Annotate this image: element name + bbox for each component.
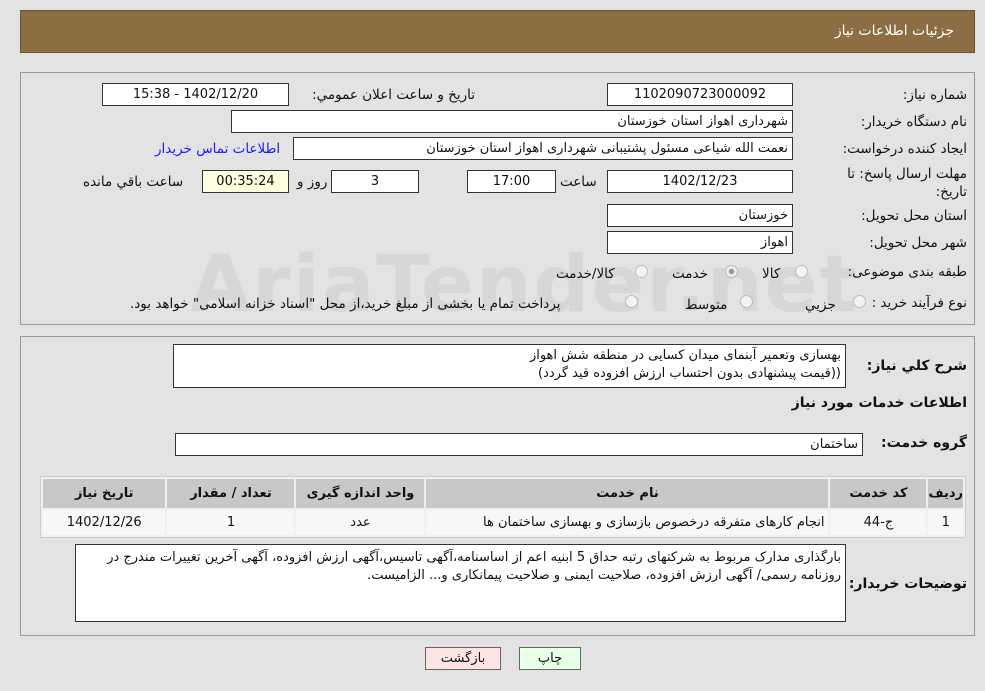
cell-service-code: ج-44: [830, 510, 927, 535]
col-need-date: تاریخ نیاز: [43, 479, 166, 508]
back-button[interactable]: بازگشت: [425, 647, 501, 670]
description-label: شرح کلي نياز:: [866, 358, 967, 374]
category-radio-service[interactable]: [725, 265, 738, 278]
page-header: جزئیات اطلاعات نیاز: [20, 10, 975, 53]
col-service-name: نام خدمت: [426, 479, 829, 508]
process-checkbox-treasury[interactable]: [625, 295, 638, 308]
services-table: ردیف کد خدمت نام خدمت واحد اندازه گیری ت…: [40, 476, 966, 538]
col-row-number: ردیف: [928, 479, 963, 508]
process-small-label: جزیي: [805, 297, 836, 313]
province-label: استان محل تحویل:: [861, 208, 967, 224]
cell-unit: عدد: [296, 510, 425, 535]
city-field[interactable]: اهواز: [607, 231, 793, 254]
deadline-time-field[interactable]: 17:00: [467, 170, 556, 193]
cell-row-number: 1: [928, 510, 963, 535]
remaining-label: ساعت باقي مانده: [83, 174, 184, 190]
service-group-label: گروه خدمت:: [881, 435, 967, 451]
buyer-org-field[interactable]: شهرداری اهواز استان خوزستان: [231, 110, 793, 133]
category-radio-goods[interactable]: [795, 265, 808, 278]
service-group-field[interactable]: ساختمان: [175, 433, 863, 456]
process-note: پرداخت تمام یا بخشی از مبلغ خرید،از محل …: [130, 296, 561, 312]
description-textarea[interactable]: بهسازی وتعمیر آبنمای میدان کسایی در منطق…: [173, 344, 846, 388]
process-radio-small[interactable]: [853, 295, 866, 308]
buyer-org-label: نام دستگاه خریدار:: [860, 114, 967, 130]
table-header-row: ردیف کد خدمت نام خدمت واحد اندازه گیری ت…: [43, 479, 963, 508]
print-button[interactable]: چاپ: [519, 647, 581, 670]
cell-service-name: انجام کارهای متفرقه درخصوص بازسازی و بهس…: [426, 510, 829, 535]
time-label: ساعت: [560, 174, 597, 190]
creator-label: ایجاد کننده درخواست:: [842, 141, 967, 157]
category-service-label: خدمت: [672, 266, 708, 282]
col-service-code: کد خدمت: [830, 479, 927, 508]
cell-quantity: 1: [167, 510, 295, 535]
province-field[interactable]: خوزستان: [607, 204, 793, 227]
services-title: اطلاعات خدمات مورد نیاز: [791, 395, 967, 411]
buyer-notes-label: توضیحات خریدار:: [848, 576, 967, 592]
city-label: شهر محل تحویل:: [869, 235, 967, 251]
description-line-2: ((قیمت پیشنهادی بدون احتساب ارزش افزوده …: [538, 366, 841, 381]
category-goods-label: کالا: [762, 266, 781, 282]
category-radio-both[interactable]: [635, 265, 648, 278]
need-number-field[interactable]: 1102090723000092: [607, 83, 793, 106]
need-number-label: شماره نیاز:: [902, 87, 967, 103]
remaining-time-field: 00:35:24: [202, 170, 289, 193]
announce-field[interactable]: 1402/12/20 - 15:38: [102, 83, 289, 106]
col-unit: واحد اندازه گیری: [296, 479, 425, 508]
table-row: 1 ج-44 انجام کارهای متفرقه درخصوص بازساز…: [43, 510, 963, 535]
deadline-date-field[interactable]: 1402/12/23: [607, 170, 793, 193]
page-title: جزئیات اطلاعات نیاز: [834, 23, 954, 39]
process-radio-medium[interactable]: [740, 295, 753, 308]
days-field[interactable]: 3: [331, 170, 419, 193]
cell-need-date: 1402/12/26: [43, 510, 166, 535]
deadline-label: مهلت ارسال پاسخ: تا تاریخ:: [847, 166, 967, 200]
category-both-label: کالا/خدمت: [556, 266, 615, 282]
buyer-notes-textarea[interactable]: بارگذاری مدارک مربوط به شرکتهای رتبه حدا…: [75, 544, 846, 622]
announce-label: تاريخ و ساعت اعلان عمومي:: [312, 87, 475, 103]
category-label: طبقه بندی موضوعی:: [847, 264, 967, 280]
creator-field[interactable]: نعمت الله شیاعی مسئول پشتیبانی شهرداری ا…: [293, 137, 793, 160]
process-medium-label: متوسط: [685, 297, 728, 313]
days-label: روز و: [297, 174, 328, 190]
process-label: نوع فرآیند خرید :: [871, 295, 967, 311]
contact-buyer-link[interactable]: اطلاعات تماس خریدار: [155, 141, 280, 157]
col-quantity: تعداد / مقدار: [167, 479, 295, 508]
description-line-1: بهسازی وتعمیر آبنمای میدان کسایی در منطق…: [529, 348, 841, 363]
